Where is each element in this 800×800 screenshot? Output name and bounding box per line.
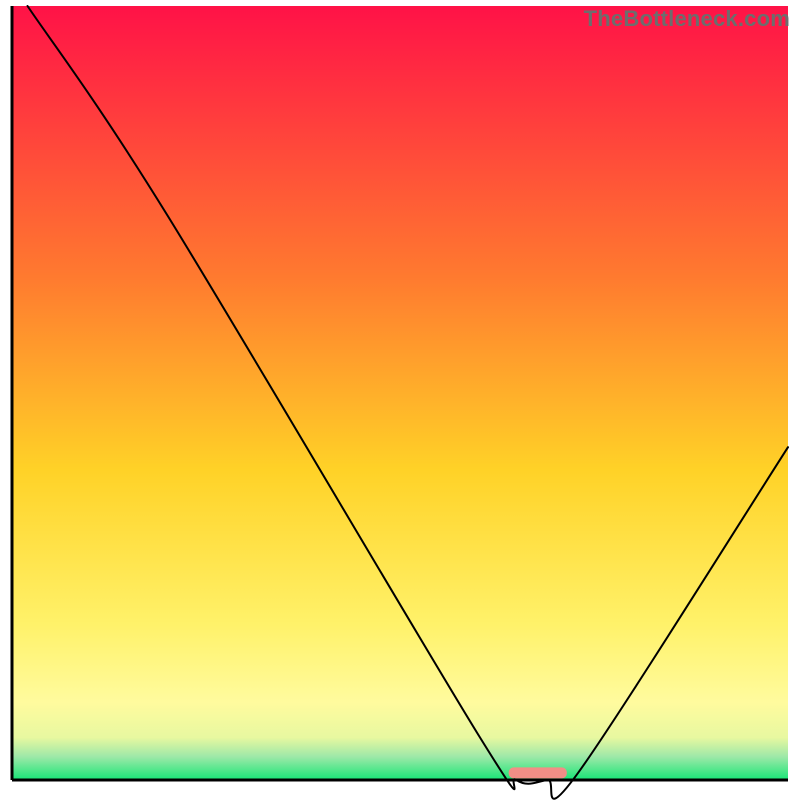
background-gradient	[12, 6, 788, 780]
chart-container: TheBottleneck.com	[0, 0, 800, 800]
marker-pill	[509, 767, 567, 778]
chart-svg	[0, 0, 800, 800]
plot-area	[12, 6, 788, 799]
